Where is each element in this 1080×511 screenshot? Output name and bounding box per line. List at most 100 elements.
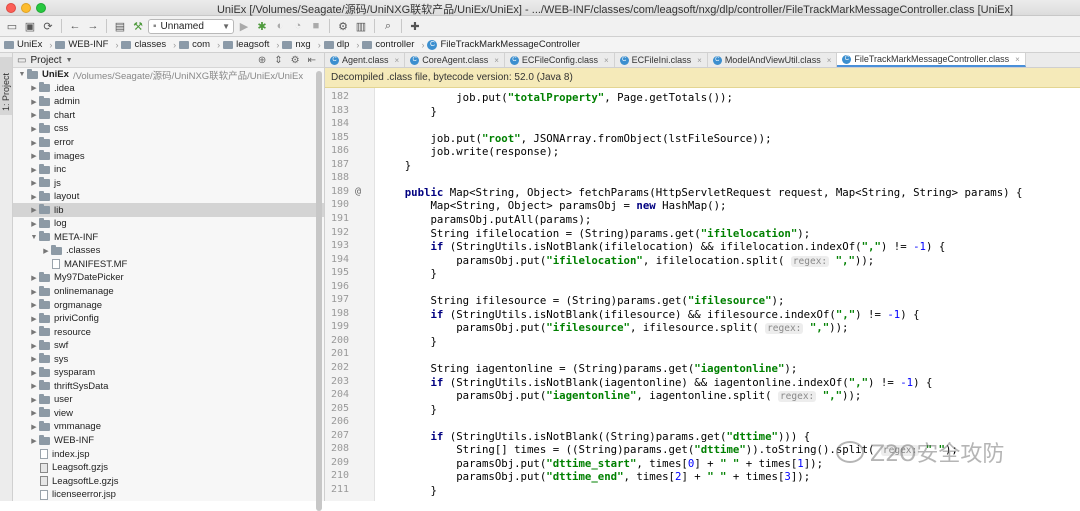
chevron-right-icon[interactable]: ▶ xyxy=(29,369,39,377)
close-tab-icon[interactable]: × xyxy=(827,56,832,65)
chevron-right-icon[interactable]: ▶ xyxy=(29,152,39,160)
tree-item[interactable]: ▶ swf xyxy=(13,339,324,353)
build-hammer-icon[interactable]: ⚒ xyxy=(130,18,146,34)
open-folder-icon[interactable]: ▭ xyxy=(4,18,20,34)
plugin-icon[interactable]: ✚ xyxy=(407,18,423,34)
locate-icon[interactable]: ⊕ xyxy=(258,55,266,66)
chevron-right-icon[interactable]: ▶ xyxy=(29,84,39,92)
chevron-right-icon[interactable]: ▶ xyxy=(29,139,39,147)
editor-tab[interactable]: C ModelAndViewUtil.class × xyxy=(708,53,838,67)
override-marker-icon[interactable]: @ xyxy=(355,186,361,197)
editor-tab[interactable]: C ECFileIni.class × xyxy=(615,53,708,67)
tree-item[interactable]: ▶ log xyxy=(13,217,324,231)
tree-item[interactable]: ▶ priviConfig xyxy=(13,312,324,326)
chevron-right-icon[interactable]: ▶ xyxy=(29,301,39,309)
tree-item[interactable]: ▼ META-INF xyxy=(13,231,324,245)
tree-item[interactable]: ▶ .classes xyxy=(13,244,324,258)
back-arrow-icon[interactable]: ← xyxy=(67,18,83,34)
sync-icon[interactable]: ⟳ xyxy=(40,18,56,34)
chevron-right-icon[interactable]: ▶ xyxy=(29,382,39,390)
project-scrollbar[interactable] xyxy=(316,71,322,511)
breadcrumb-item[interactable]: C FileTrackMarkMessageController xyxy=(427,39,584,50)
tree-item[interactable]: ▶ sys xyxy=(13,352,324,366)
breadcrumb-item[interactable]: WEB-INF xyxy=(55,39,112,50)
chevron-right-icon[interactable]: ▶ xyxy=(29,288,39,296)
chevron-right-icon[interactable]: ▶ xyxy=(29,409,39,417)
project-tool-tab[interactable]: 1: Project xyxy=(0,57,12,115)
search-icon[interactable]: ⌕ xyxy=(380,18,396,34)
tree-item[interactable]: ▶ view xyxy=(13,407,324,421)
breadcrumb-item[interactable]: com xyxy=(179,39,214,50)
breadcrumb-item[interactable]: UniEx xyxy=(4,39,46,50)
chevron-right-icon[interactable]: ▶ xyxy=(29,342,39,350)
tree-item[interactable]: ▶ chart xyxy=(13,109,324,123)
tree-item[interactable]: licenseerror.jsp xyxy=(13,488,324,502)
breadcrumb-item[interactable]: controller xyxy=(362,39,418,50)
chevron-down-icon[interactable]: ▼ xyxy=(17,71,27,78)
chevron-down-icon[interactable]: ▼ xyxy=(29,234,39,241)
chevron-right-icon[interactable]: ▶ xyxy=(29,396,39,404)
chevron-right-icon[interactable]: ▶ xyxy=(29,437,39,445)
close-tab-icon[interactable]: × xyxy=(494,56,499,65)
chevron-right-icon[interactable]: ▶ xyxy=(29,193,39,201)
close-tab-icon[interactable]: × xyxy=(604,56,609,65)
close-tab-icon[interactable]: × xyxy=(395,56,400,65)
tree-item[interactable]: ▶ sysparam xyxy=(13,366,324,380)
tree-item[interactable]: ▶ error xyxy=(13,136,324,150)
tree-item[interactable]: ▶ resource xyxy=(13,325,324,339)
tree-item[interactable]: ▶ inc xyxy=(13,163,324,177)
debug-icon[interactable]: ✱ xyxy=(254,18,270,34)
project-structure-icon[interactable]: ▤ xyxy=(112,18,128,34)
tree-item[interactable]: ▶ admin xyxy=(13,95,324,109)
chevron-right-icon[interactable]: ▶ xyxy=(41,247,51,255)
coverage-icon[interactable]: ◐ xyxy=(272,18,288,34)
breadcrumb-item[interactable]: classes xyxy=(121,39,170,50)
run-icon[interactable]: ▶ xyxy=(236,18,252,34)
gear-icon[interactable]: ⚙ xyxy=(291,55,300,66)
chevron-right-icon[interactable]: ▶ xyxy=(29,328,39,336)
tree-item[interactable]: Leagsoft.gzjs xyxy=(13,461,324,475)
project-panel-title[interactable]: Project xyxy=(30,55,61,66)
tree-item[interactable]: ▶ onlinemanage xyxy=(13,285,324,299)
sdk-structure-icon[interactable]: ▥ xyxy=(353,18,369,34)
chevron-right-icon[interactable]: ▶ xyxy=(29,423,39,431)
editor-tab[interactable]: C ECFileConfig.class × xyxy=(505,53,615,67)
profile-icon[interactable]: ◔ xyxy=(290,18,306,34)
breadcrumb-item[interactable]: leagsoft xyxy=(223,39,273,50)
chevron-right-icon[interactable]: ▶ xyxy=(29,125,39,133)
chevron-right-icon[interactable]: ▶ xyxy=(29,220,39,228)
stop-icon[interactable]: ■ xyxy=(308,18,324,34)
chevron-right-icon[interactable]: ▶ xyxy=(29,166,39,174)
chevron-down-icon[interactable]: ▼ xyxy=(66,57,73,64)
chevron-right-icon[interactable]: ▶ xyxy=(29,179,39,187)
chevron-right-icon[interactable]: ▶ xyxy=(29,111,39,119)
editor-tab[interactable]: C FileTrackMarkMessageController.class × xyxy=(837,53,1026,67)
editor-tab[interactable]: C CoreAgent.class × xyxy=(405,53,505,67)
close-tab-icon[interactable]: × xyxy=(1015,55,1020,64)
chevron-right-icon[interactable]: ▶ xyxy=(29,355,39,363)
tree-item[interactable]: ▶ css xyxy=(13,122,324,136)
chevron-right-icon[interactable]: ▶ xyxy=(29,98,39,106)
tree-item[interactable]: index.jsp xyxy=(13,447,324,461)
editor-tab[interactable]: C Agent.class × xyxy=(325,53,406,67)
chevron-right-icon[interactable]: ▶ xyxy=(29,274,39,282)
tree-item[interactable]: ▶ orgmanage xyxy=(13,298,324,312)
tree-item[interactable]: ▶ lib xyxy=(13,203,324,218)
tree-item[interactable]: ▶ .idea xyxy=(13,82,324,96)
chevron-right-icon[interactable]: ▶ xyxy=(29,206,39,214)
tree-item[interactable]: ▶ My97DatePicker xyxy=(13,271,324,285)
split-icon[interactable]: ⇕ xyxy=(274,55,282,66)
tree-item[interactable]: ▶ js xyxy=(13,176,324,190)
tree-item[interactable]: LeagsoftLe.gzjs xyxy=(13,474,324,488)
tree-item[interactable]: ▶ user xyxy=(13,393,324,407)
breadcrumb-item[interactable]: nxg xyxy=(282,39,314,50)
close-tab-icon[interactable]: × xyxy=(697,56,702,65)
forward-arrow-icon[interactable]: → xyxy=(85,18,101,34)
breadcrumb-item[interactable]: dlp xyxy=(323,39,354,50)
tree-item[interactable]: ▶ images xyxy=(13,149,324,163)
run-config-dropdown[interactable]: ▪ Unnamed ▼ xyxy=(148,18,234,34)
tree-item[interactable]: ▶ layout xyxy=(13,190,324,204)
tree-item[interactable]: ▶ WEB-INF xyxy=(13,434,324,448)
tree-item[interactable]: MANIFEST.MF xyxy=(13,258,324,272)
settings-icon[interactable]: ⚙ xyxy=(335,18,351,34)
